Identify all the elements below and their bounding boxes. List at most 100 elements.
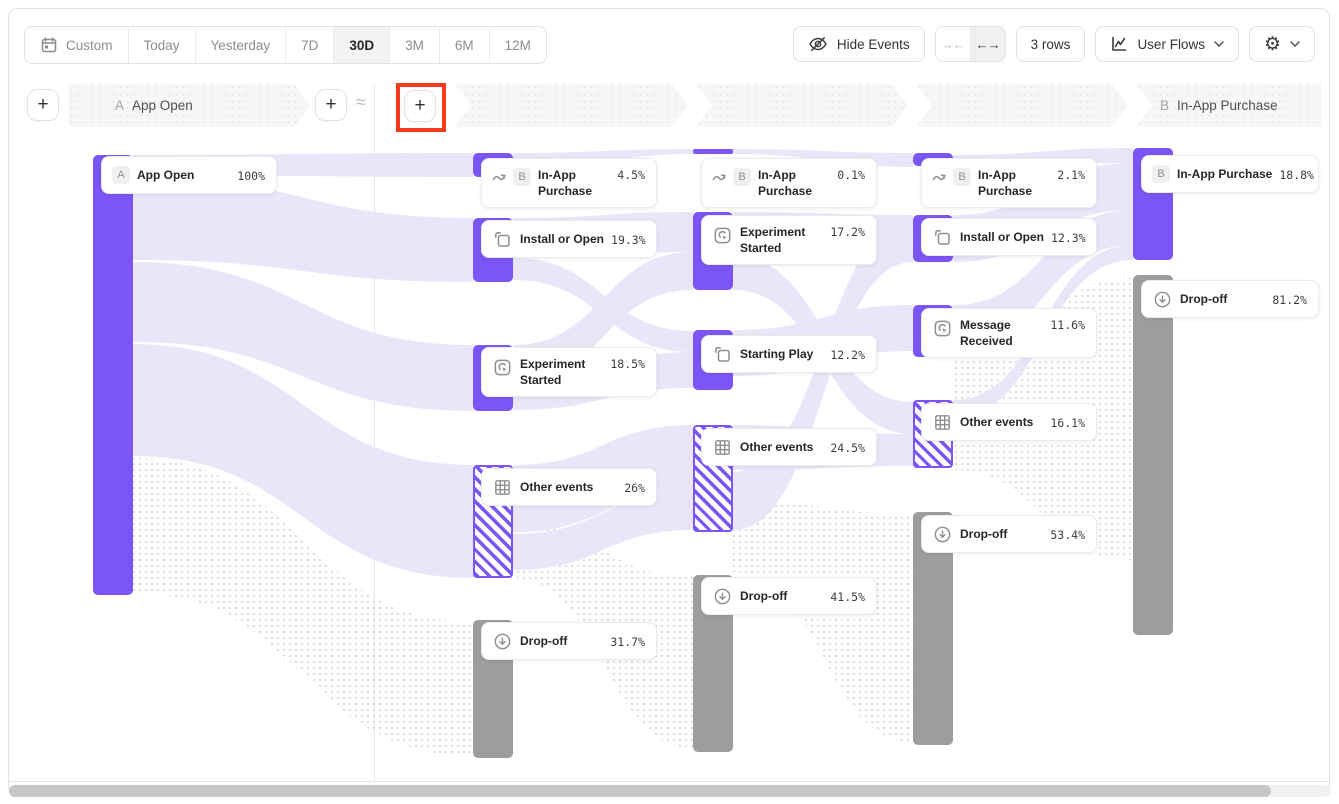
flow-node-value: 12.2%: [830, 347, 865, 362]
flow-node-label: Starting Play: [740, 346, 823, 362]
flow-node-card-in-app-purchase[interactable]: B In-App Purchase 2.1%: [921, 158, 1097, 208]
dropoff-ribbon: [733, 500, 913, 742]
node-icon-group: [712, 586, 733, 607]
flow-node-value: 0.1%: [837, 167, 865, 182]
flow-node-label: Other events: [520, 479, 617, 495]
node-icon-group: [932, 227, 953, 248]
flow-node-card-in-app-purchase[interactable]: B In-App Purchase 18.8%: [1141, 155, 1319, 193]
node-icon-group: [932, 412, 953, 433]
flow-node-value: 41.5%: [830, 589, 865, 604]
flow-node-label: Other events: [740, 439, 823, 455]
flow-node-card-drop-off[interactable]: Drop-off 53.4%: [921, 515, 1097, 553]
flow-node-card-other-events[interactable]: Other events 26%: [481, 468, 657, 506]
node-icon-group: [712, 437, 733, 458]
flow-node-label: Drop-off: [740, 588, 823, 604]
step-badge: A: [112, 166, 130, 184]
step-badge: B: [953, 168, 971, 186]
flow-node-label: Drop-off: [520, 633, 603, 649]
flow-node-label: Drop-off: [1180, 291, 1265, 307]
flow-node-value: 2.1%: [1057, 167, 1085, 182]
flow-node-label: In-App Purchase: [758, 167, 830, 199]
node-icon-group: [712, 225, 733, 246]
node-icon-group: B: [932, 168, 971, 186]
click-target-annotation: [396, 83, 446, 132]
flow-node-bar-drop-off[interactable]: [1133, 275, 1173, 635]
grid-icon: [932, 412, 953, 433]
flow-node-label: Drop-off: [960, 526, 1043, 542]
node-icon-group: [712, 344, 733, 365]
flow-node-value: 4.5%: [617, 167, 645, 182]
flow-node-bar-in-app-purchase[interactable]: [693, 149, 733, 154]
flow-node-card-message-received[interactable]: Message Received 11.6%: [921, 308, 1097, 358]
flow-node-value: 26%: [624, 480, 645, 495]
arrow-down-circle-icon: [712, 586, 733, 607]
flow-node-label: Experiment Started: [740, 224, 823, 256]
wave-arrow-icon: [492, 171, 507, 184]
node-icon-group: B: [492, 168, 531, 186]
overlap-squares-icon: [932, 227, 953, 248]
flow-node-bar-app-open[interactable]: [93, 155, 133, 595]
flow-node-card-drop-off[interactable]: Drop-off 81.2%: [1141, 280, 1319, 318]
flow-node-label: In-App Purchase: [1177, 166, 1272, 182]
flow-node-value: 18.8%: [1279, 167, 1314, 182]
flow-node-label: In-App Purchase: [538, 167, 610, 199]
flow-node-card-drop-off[interactable]: Drop-off 31.7%: [481, 622, 657, 660]
flow-node-label: App Open: [137, 167, 230, 183]
node-icon-group: [492, 357, 513, 378]
flow-node-card-install-or-open[interactable]: Install or Open 12.3%: [921, 218, 1097, 256]
pointer-click-icon: [712, 225, 733, 246]
flow-node-label: Install or Open: [520, 231, 604, 247]
arrow-down-circle-icon: [1152, 289, 1173, 310]
arrow-down-circle-icon: [492, 631, 513, 652]
node-icon-group: [932, 318, 953, 339]
overlap-squares-icon: [712, 344, 733, 365]
step-badge: B: [733, 168, 751, 186]
flow-node-card-other-events[interactable]: Other events 16.1%: [921, 403, 1097, 441]
overlap-squares-icon: [492, 229, 513, 250]
break-symbol: ≈: [356, 92, 366, 113]
flow-node-value: 17.2%: [830, 224, 865, 239]
node-icon-group: A: [112, 166, 130, 184]
pointer-click-icon: [932, 318, 953, 339]
step-badge: B: [513, 168, 531, 186]
flow-node-label: Other events: [960, 414, 1043, 430]
flow-node-value: 31.7%: [610, 634, 645, 649]
flow-node-card-experiment-started[interactable]: Experiment Started 18.5%: [481, 347, 657, 397]
flow-node-value: 81.2%: [1272, 292, 1307, 307]
flow-node-card-app-open[interactable]: A App Open 100%: [101, 156, 277, 194]
flow-node-value: 100%: [237, 168, 265, 183]
node-icon-group: [492, 229, 513, 250]
grid-icon: [712, 437, 733, 458]
flow-node-card-install-or-open[interactable]: Install or Open 19.3%: [481, 220, 657, 258]
wave-arrow-icon: [712, 171, 727, 184]
grid-icon: [492, 477, 513, 498]
node-icon-group: [492, 477, 513, 498]
flow-node-label: Message Received: [960, 317, 1043, 349]
flow-node-value: 18.5%: [610, 356, 645, 371]
flow-node-card-drop-off[interactable]: Drop-off 41.5%: [701, 577, 877, 615]
flow-node-label: Install or Open: [960, 229, 1044, 245]
flow-node-value: 12.3%: [1051, 230, 1086, 245]
flow-node-label: Experiment Started: [520, 356, 603, 388]
node-icon-group: [932, 524, 953, 545]
wave-arrow-icon: [932, 171, 947, 184]
step-badge: B: [1152, 165, 1170, 183]
node-icon-group: B: [1152, 165, 1170, 183]
node-icon-group: B: [712, 168, 751, 186]
flow-node-value: 16.1%: [1050, 415, 1085, 430]
flow-node-card-experiment-started[interactable]: Experiment Started 17.2%: [701, 215, 877, 265]
flow-node-label: In-App Purchase: [978, 167, 1050, 199]
flow-node-card-in-app-purchase[interactable]: B In-App Purchase 0.1%: [701, 158, 877, 208]
flow-node-value: 11.6%: [1050, 317, 1085, 332]
flow-node-card-starting-play[interactable]: Starting Play 12.2%: [701, 335, 877, 373]
flow-node-value: 24.5%: [830, 440, 865, 455]
pointer-click-icon: [492, 357, 513, 378]
flow-node-value: 19.3%: [611, 232, 646, 247]
arrow-down-circle-icon: [932, 524, 953, 545]
user-flows-app: CustomTodayYesterday7D30D3M6M12M Hide Ev…: [0, 0, 1339, 804]
flow-node-value: 53.4%: [1050, 527, 1085, 542]
flow-node-card-other-events[interactable]: Other events 24.5%: [701, 428, 877, 466]
node-icon-group: [492, 631, 513, 652]
node-icon-group: [1152, 289, 1173, 310]
flow-node-card-in-app-purchase[interactable]: B In-App Purchase 4.5%: [481, 158, 657, 208]
